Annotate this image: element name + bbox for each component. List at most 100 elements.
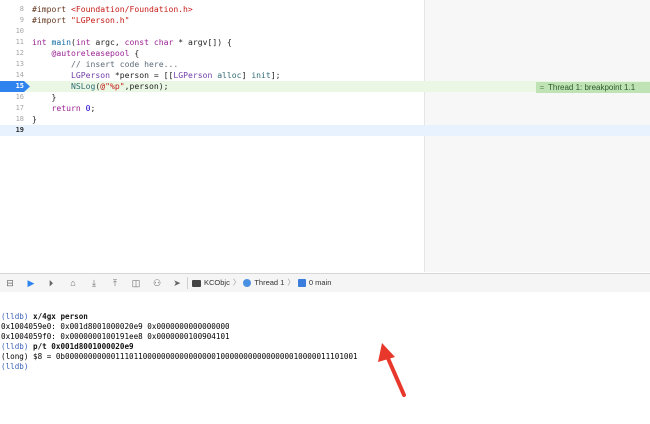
console-line: (long) $8 = 0b00000000000111011000000000… xyxy=(0,352,650,362)
lldb-prompt: (lldb) xyxy=(1,362,29,371)
step-out-button[interactable]: ⤒ xyxy=(109,278,121,288)
lldb-output: 0x1004059f0: 0x0000000100191ee8 0x000000… xyxy=(1,332,230,341)
code-token: ,person); xyxy=(124,81,169,91)
breadcrumb-separator-icon: 〉 xyxy=(232,278,241,288)
code-line[interactable]: 17 return 0; xyxy=(0,103,650,114)
breadcrumb-thread[interactable]: Thread 1 xyxy=(243,277,284,289)
console-line: (lldb) p/t 0x001d8001000020e9 xyxy=(0,342,650,352)
line-number: 14 xyxy=(15,71,24,79)
line-number: 9 xyxy=(19,16,24,24)
annotation-equals-icon: = xyxy=(539,83,545,92)
line-number: 13 xyxy=(15,60,24,68)
debug-breadcrumb: KCObjc 〉 Thread 1 〉 0 main xyxy=(192,277,331,289)
code-line[interactable]: 16 } xyxy=(0,92,650,103)
lldb-prompt: (lldb) xyxy=(1,342,29,351)
lldb-output: 0x1004059e0: 0x001d8001000020e9 0x000000… xyxy=(1,322,230,331)
code-text: int main(int argc, const char * argv[]) … xyxy=(32,37,232,48)
code-token: #import xyxy=(32,15,71,25)
line-number: 16 xyxy=(15,93,24,101)
code-token: { xyxy=(129,48,140,58)
annotation-text: Thread 1: breakpoint 1.1 xyxy=(548,83,636,92)
code-line[interactable]: 8 #import <Foundation/Foundation.h> xyxy=(0,4,650,15)
code-line[interactable]: 19 xyxy=(0,125,650,136)
line-number: 12 xyxy=(15,49,24,57)
line-number: 18 xyxy=(15,115,24,123)
stack-frame-icon xyxy=(297,279,306,288)
lldb-console[interactable]: (lldb) x/4gx person 0x1004059e0: 0x001d80… xyxy=(0,292,650,424)
line-number: 17 xyxy=(15,104,24,112)
line-number: 10 xyxy=(15,27,24,35)
console-line: (lldb) x/4gx person xyxy=(0,312,650,322)
code-line[interactable]: 13 // insert code here... xyxy=(0,59,650,70)
code-line[interactable]: 18} xyxy=(0,114,650,125)
breakpoints-toggle-button[interactable]: ▶ xyxy=(25,278,37,288)
code-token: } xyxy=(32,92,57,102)
code-token: @"%p" xyxy=(100,81,125,91)
source-editor[interactable]: 8 #import <Foundation/Foundation.h> 9 #impo… xyxy=(0,0,650,272)
console-line: (lldb) xyxy=(0,362,650,372)
code-token: LGPerson xyxy=(173,70,213,80)
lldb-command: p/t 0x001d8001000020e9 xyxy=(33,342,134,351)
code-text: #import <Foundation/Foundation.h> xyxy=(32,4,193,15)
code-token: <Foundation/Foundation.h> xyxy=(70,4,193,14)
code-text: } xyxy=(32,114,37,125)
code-line[interactable]: 10 xyxy=(0,26,650,37)
memory-graph-button[interactable]: ⚇ xyxy=(151,278,163,288)
step-into-button[interactable]: ⤓ xyxy=(88,278,100,288)
console-line: 0x1004059f0: 0x0000000100191ee8 0x000000… xyxy=(0,332,650,342)
code-token: LGPerson xyxy=(70,70,110,80)
thread-breakpoint-annotation[interactable]: = Thread 1: breakpoint 1.1 xyxy=(536,82,650,93)
code-token: argc, xyxy=(95,37,125,47)
code-text: NSLog(@"%p",person); xyxy=(32,81,168,92)
code-text: // insert code here... xyxy=(32,59,178,70)
code-token: init xyxy=(251,70,271,80)
step-over-button[interactable]: ⌂ xyxy=(67,278,79,288)
code-token: return xyxy=(51,103,86,113)
debug-view-hierarchy-button[interactable]: ◫ xyxy=(130,278,142,288)
line-number: 8 xyxy=(19,5,24,13)
thread-icon xyxy=(243,279,252,288)
code-token: // insert code here... xyxy=(70,59,179,69)
code-token: const char xyxy=(124,37,179,47)
code-token: @autoreleasepool xyxy=(51,48,130,58)
line-number: 11 xyxy=(15,38,24,46)
code-token: int xyxy=(75,37,96,47)
simulate-location-button[interactable]: ➤ xyxy=(171,278,183,288)
lldb-command: x/4gx person xyxy=(33,312,88,321)
breadcrumb-frame-label: 0 main xyxy=(308,278,332,288)
code-token: } xyxy=(32,114,37,124)
breadcrumb-separator-icon: 〉 xyxy=(287,278,295,288)
console-lines: (lldb) x/4gx person 0x1004059e0: 0x001d80… xyxy=(0,312,650,372)
breadcrumb-target[interactable]: KCObjc xyxy=(192,277,230,289)
breadcrumb-thread-label: Thread 1 xyxy=(254,278,285,288)
code-text: #import "LGPerson.h" xyxy=(32,15,129,26)
code-token: "LGPerson.h" xyxy=(70,15,130,25)
code-text: } xyxy=(32,92,56,103)
code-token: #import xyxy=(32,4,71,14)
breadcrumb-frame[interactable]: 0 main xyxy=(297,277,332,289)
continue-button[interactable]: ⏵ xyxy=(45,278,57,288)
code-line[interactable]: 12 @autoreleasepool { xyxy=(0,48,650,59)
line-number: 19 xyxy=(15,126,24,134)
code-token: alloc xyxy=(217,70,242,80)
code-line[interactable]: 11 int main(int argc, const char * argv[]… xyxy=(0,37,650,48)
hide-console-button[interactable]: ⊟ xyxy=(4,278,16,288)
code-token: int xyxy=(32,37,52,47)
code-token: main xyxy=(51,37,72,47)
console-line: 0x1004059e0: 0x001d8001000020e9 0x000000… xyxy=(0,322,650,332)
code-text: LGPerson *person = [[LGPerson alloc] ini… xyxy=(32,70,281,81)
target-folder-icon xyxy=(192,279,201,287)
lldb-prompt: (lldb) xyxy=(1,312,29,321)
code-line[interactable]: 14 LGPerson *person = [[LGPerson alloc] … xyxy=(0,70,650,81)
code-line[interactable]: 9 #import "LGPerson.h" xyxy=(0,15,650,26)
toolbar-divider xyxy=(187,277,188,289)
lldb-output: (long) $8 = 0b00000000000111011000000000… xyxy=(1,352,358,361)
code-token: * argv[]) { xyxy=(178,37,232,47)
code-token: ]; xyxy=(270,70,281,80)
code-text: return 0; xyxy=(32,103,96,114)
